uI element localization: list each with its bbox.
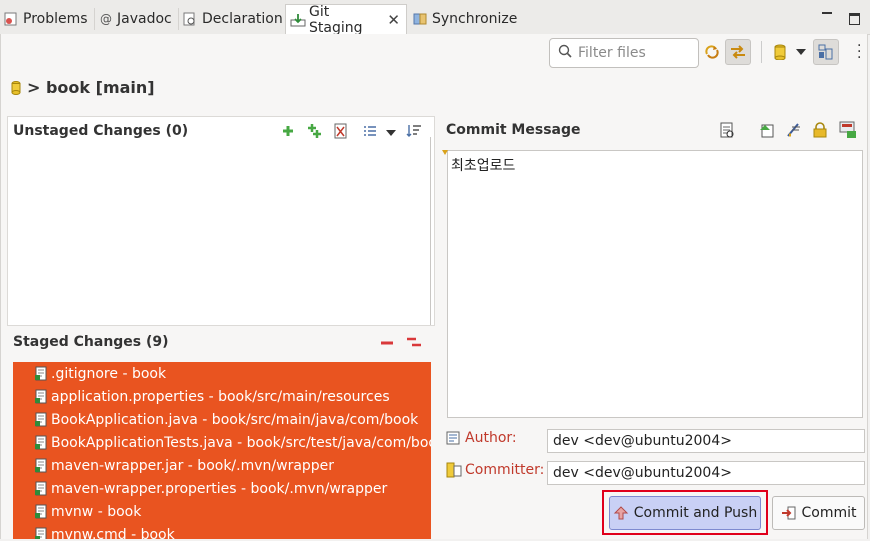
refresh-icon[interactable]: [704, 44, 720, 60]
file-icon: [35, 481, 47, 496]
commit-history-icon[interactable]: [719, 122, 735, 138]
repository-header: > book [main]: [11, 78, 155, 97]
tab-javadoc[interactable]: @ Javadoc: [100, 5, 172, 33]
link-selection-button[interactable]: [725, 39, 751, 65]
commit-button[interactable]: Commit: [772, 496, 865, 530]
tab-declaration[interactable]: Declaration: [183, 5, 283, 33]
commit-message-input[interactable]: 최초업로드: [447, 150, 863, 418]
sign-off-icon[interactable]: [759, 122, 775, 138]
synchronize-icon: [413, 12, 427, 26]
tab-label: Problems: [23, 11, 88, 27]
add-icon[interactable]: [281, 124, 297, 140]
unstaged-title: Unstaged Changes (0): [13, 123, 189, 139]
committer-label-group: Committer:: [446, 462, 544, 478]
file-icon: [35, 527, 47, 539]
staged-changes-section: Staged Changes (9) .gitignore - book appl…: [7, 328, 435, 539]
staged-file-label: application.properties - book/src/main/r…: [51, 388, 390, 405]
declaration-icon: [183, 12, 197, 26]
staged-file-item[interactable]: application.properties - book/src/main/r…: [13, 385, 431, 408]
warning-marker-icon: [442, 150, 448, 155]
committer-field[interactable]: dev <dev@ubuntu2004>: [547, 461, 865, 485]
tab-git-staging[interactable]: Git Staging ✕: [285, 3, 407, 36]
author-icon: [446, 431, 460, 445]
author-label: Author:: [465, 430, 517, 446]
commit-message-text: 최초업로드: [451, 158, 516, 174]
add-all-icon[interactable]: [306, 123, 322, 139]
minimize-icon[interactable]: [822, 12, 832, 14]
commit-icon: [781, 506, 795, 520]
commit-label: Commit: [801, 505, 857, 521]
repository-icon[interactable]: [774, 44, 790, 61]
search-icon: [558, 44, 572, 62]
tab-label: Javadoc: [117, 11, 172, 27]
repository-title: > book [main]: [27, 78, 155, 97]
author-field[interactable]: dev <dev@ubuntu2004>: [547, 429, 865, 453]
staged-file-item[interactable]: BookApplicationTests.java - book/src/tes…: [13, 431, 431, 454]
file-icon: [35, 389, 47, 404]
staged-file-item[interactable]: .gitignore - book: [13, 362, 431, 385]
git-staging-view: Filter files · · · > book [main] Unstaged …: [0, 34, 868, 539]
ignore-icon[interactable]: [334, 123, 350, 139]
remove-all-icon[interactable]: [406, 334, 422, 350]
commit-message-title: Commit Message: [446, 122, 581, 138]
chevron-down-icon[interactable]: [796, 49, 806, 55]
commit-and-push-button[interactable]: Commit and Push: [609, 496, 761, 530]
tab-synchronize[interactable]: Synchronize: [413, 5, 517, 33]
author-value: dev <dev@ubuntu2004>: [553, 433, 732, 449]
staged-title: Staged Changes (9): [13, 334, 169, 350]
view-menu-icon[interactable]: · · ·: [857, 39, 861, 65]
layout-toggle-button[interactable]: [813, 39, 839, 65]
staged-file-label: mvnw - book: [51, 503, 142, 520]
file-icon: [35, 458, 47, 473]
committer-label: Committer:: [465, 462, 545, 478]
tab-label: Synchronize: [432, 11, 518, 27]
remove-icon[interactable]: [380, 336, 396, 352]
filter-files-input[interactable]: Filter files: [549, 38, 699, 68]
staged-file-label: mvnw.cmd - book: [51, 526, 175, 540]
staged-file-item[interactable]: maven-wrapper.properties - book/.mvn/wra…: [13, 477, 431, 500]
file-icon: [35, 412, 47, 427]
view-tab-bar: Problems @ Javadoc Declaration Git Stagi…: [0, 0, 870, 36]
repository-icon: [11, 80, 21, 95]
change-id-icon[interactable]: [839, 121, 856, 138]
maximize-icon[interactable]: [849, 13, 860, 25]
staged-file-item[interactable]: maven-wrapper.jar - book/.mvn/wrapper: [13, 454, 431, 477]
staged-file-label: BookApplicationTests.java - book/src/tes…: [51, 434, 431, 451]
staged-file-label: maven-wrapper.jar - book/.mvn/wrapper: [51, 457, 335, 474]
problems-icon: [4, 12, 18, 26]
committer-value: dev <dev@ubuntu2004>: [553, 465, 732, 481]
list-view-icon[interactable]: [363, 125, 379, 141]
staged-file-label: BookApplication.java - book/src/main/jav…: [51, 411, 419, 428]
filter-placeholder: Filter files: [578, 45, 646, 61]
unstaged-changes-section: Unstaged Changes (0): [7, 116, 435, 326]
staged-file-item[interactable]: mvnw.cmd - book: [13, 523, 431, 539]
git-staging-icon: [290, 13, 306, 27]
sort-icon[interactable]: [406, 124, 422, 140]
at-icon: @: [100, 12, 112, 26]
layout-icon: [818, 44, 833, 60]
staged-files-list[interactable]: .gitignore - book application.properties …: [13, 362, 431, 539]
staged-file-item[interactable]: BookApplication.java - book/src/main/jav…: [13, 408, 431, 431]
link-icon: [731, 45, 745, 59]
file-icon: [35, 504, 47, 519]
file-icon: [35, 366, 47, 381]
staged-file-label: .gitignore - book: [51, 365, 167, 382]
tab-problems[interactable]: Problems: [4, 5, 88, 33]
push-icon: [613, 506, 628, 520]
commit-and-push-label: Commit and Push: [633, 505, 758, 521]
commit-section: Commit Message 최초업로드 Author: dev <dev@ub…: [441, 116, 867, 539]
tab-label: Git Staging: [309, 3, 363, 36]
chevron-down-icon[interactable]: [386, 130, 396, 136]
staged-file-label: maven-wrapper.properties - book/.mvn/wra…: [51, 480, 388, 497]
committer-icon: [446, 462, 462, 478]
close-icon[interactable]: ✕: [387, 11, 400, 29]
author-label-group: Author:: [446, 430, 517, 446]
signed-off-by-icon[interactable]: [786, 122, 802, 138]
tab-label: Declaration: [202, 11, 283, 27]
lock-icon[interactable]: [813, 122, 829, 138]
staged-file-item[interactable]: mvnw - book: [13, 500, 431, 523]
file-icon: [35, 435, 47, 450]
